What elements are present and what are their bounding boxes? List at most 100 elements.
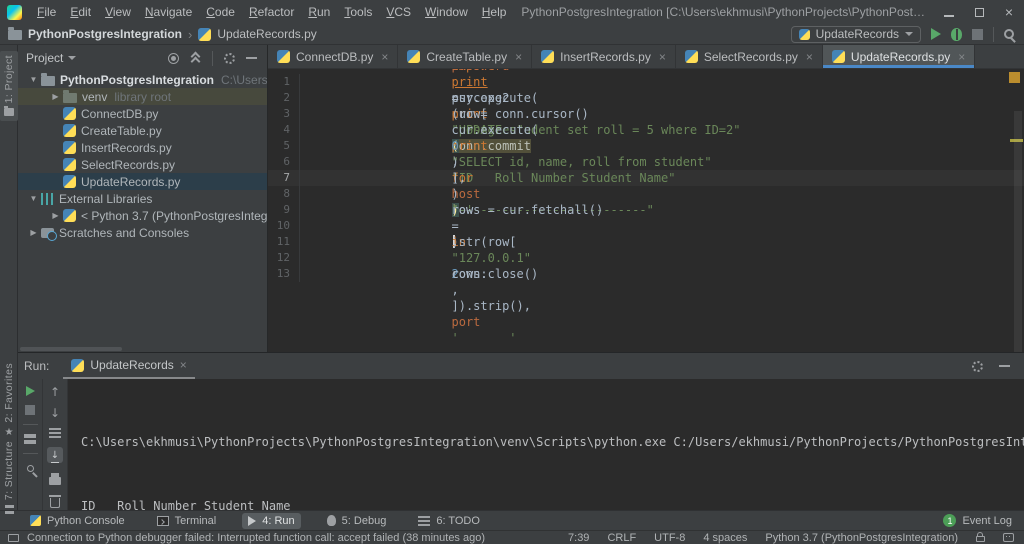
status-item[interactable]: Python 3.7 (PythonPostgresIntegration)	[765, 532, 958, 544]
tree-expand-arrow-icon[interactable]	[48, 211, 63, 220]
code-editor[interactable]: 1 import psycopg2	[268, 69, 1024, 352]
inspection-status-indicator[interactable]	[1009, 72, 1020, 83]
project-tree-item[interactable]: UpdateRecords.py	[18, 173, 267, 190]
toolwindow-button-icon	[156, 515, 169, 526]
pin-tab-icon[interactable]	[26, 465, 34, 472]
status-item[interactable]: 4 spaces	[703, 532, 747, 544]
line-number: 12	[268, 250, 300, 266]
project-tree-item[interactable]: CreateTable.py	[18, 122, 267, 139]
menu-item[interactable]: Tools	[337, 3, 379, 21]
event-log-button[interactable]: 1 Event Log	[943, 514, 1012, 527]
status-item[interactable]: 7:39	[568, 532, 589, 544]
menu-item[interactable]: Edit	[63, 3, 98, 21]
editor-tab[interactable]: CreateTable.py ×	[398, 45, 533, 68]
code-token: ' '	[451, 203, 474, 217]
run-tab-close-icon[interactable]: ×	[180, 358, 187, 372]
maximize-icon	[974, 7, 984, 17]
python-file-icon	[831, 50, 845, 63]
status-item[interactable]: UTF-8	[654, 532, 685, 544]
search-everywhere-icon[interactable]	[1004, 29, 1014, 39]
menu-item[interactable]: Code	[199, 3, 242, 21]
gear-icon[interactable]	[224, 52, 235, 64]
rerun-button[interactable]	[25, 386, 35, 396]
toolwindow-button[interactable]: 5: Debug	[321, 513, 393, 529]
editor-tab[interactable]: UpdateRecords.py ×	[822, 45, 976, 68]
project-tree-item[interactable]: ConnectDB.py	[18, 105, 267, 122]
project-tree-item[interactable]: SelectRecords.py	[18, 156, 267, 173]
tab-close-icon[interactable]: ×	[958, 50, 965, 64]
toolwindow-button[interactable]: 4: Run	[242, 512, 301, 529]
menu-item[interactable]: File	[30, 3, 63, 21]
highlighting-level-icon[interactable]	[1003, 533, 1014, 542]
restore-layout-icon[interactable]	[24, 434, 36, 444]
locate-file-icon[interactable]	[168, 52, 179, 64]
debug-button[interactable]	[951, 27, 962, 41]
toolwindow-stripe-favorites[interactable]: 2: Favorites ★	[0, 363, 18, 438]
toolwindow-stripe-project[interactable]: 1: Project	[0, 51, 18, 122]
stop-process-button[interactable]	[25, 405, 35, 415]
menu-item[interactable]: Help	[475, 3, 514, 21]
editor-tab[interactable]: SelectRecords.py ×	[676, 45, 823, 68]
run-console-output[interactable]: C:\Users\ekhmusi\PythonProjects\PythonPo…	[68, 379, 1024, 510]
tree-expand-arrow-icon[interactable]	[26, 194, 41, 203]
breadcrumb-project[interactable]: PythonPostgresIntegration	[28, 27, 182, 41]
toolwindow-stripe-structure[interactable]: 7: Structure	[0, 441, 18, 515]
tab-close-icon[interactable]: ×	[806, 50, 813, 64]
menu-item[interactable]: Navigate	[138, 3, 199, 21]
scroll-to-end-icon[interactable]	[47, 447, 63, 463]
tab-close-icon[interactable]: ×	[515, 50, 522, 64]
project-tree-item[interactable]: Scratches and Consoles	[18, 224, 267, 241]
toolwindow-button[interactable]: 6: TODO	[412, 513, 486, 529]
menu-bar: File Edit View Navigate Code Refactor Ru…	[30, 3, 513, 21]
tree-expand-arrow-icon[interactable]	[26, 228, 41, 237]
print-icon[interactable]	[49, 473, 61, 485]
collapse-all-icon[interactable]	[190, 52, 201, 64]
down-stacktrace-icon[interactable]: ↓	[50, 407, 60, 419]
tree-expand-arrow-icon[interactable]	[26, 75, 41, 84]
tab-close-icon[interactable]: ×	[659, 50, 666, 64]
editor-tab[interactable]: InsertRecords.py ×	[532, 45, 676, 68]
status-message[interactable]: Connection to Python debugger failed: In…	[27, 532, 485, 544]
pycharm-logo-icon	[7, 4, 22, 20]
python-file-icon	[198, 27, 212, 41]
status-item[interactable]: CRLF	[607, 532, 636, 544]
soft-wrap-icon[interactable]	[49, 428, 61, 438]
editor-vertical-scrollbar[interactable]	[1014, 111, 1022, 352]
project-tree-item[interactable]: venv library root	[18, 88, 267, 105]
tab-close-icon[interactable]: ×	[381, 50, 388, 64]
menu-item[interactable]: Run	[301, 3, 337, 21]
hide-panel-icon[interactable]	[246, 57, 257, 59]
project-tree-item[interactable]: InsertRecords.py	[18, 139, 267, 156]
project-tree-item[interactable]: External Libraries	[18, 190, 267, 207]
menu-item[interactable]: VCS	[379, 3, 418, 21]
toolwindow-button[interactable]: Terminal	[151, 513, 223, 529]
up-stacktrace-icon[interactable]: ↑	[50, 386, 60, 398]
run-configuration-select[interactable]: UpdateRecords	[790, 25, 921, 43]
toolwindow-button[interactable]: Python Console	[24, 513, 131, 529]
tree-expand-arrow-icon[interactable]	[48, 92, 63, 101]
maximize-button[interactable]	[964, 0, 994, 24]
menu-item[interactable]: Refactor	[242, 3, 301, 21]
breadcrumb-file[interactable]: UpdateRecords.py	[217, 27, 316, 41]
close-button[interactable]: ×	[994, 0, 1024, 24]
editor-tab[interactable]: ConnectDB.py ×	[268, 45, 399, 68]
clear-console-icon[interactable]	[48, 495, 61, 508]
line-number: 13	[268, 266, 300, 282]
project-tree-item[interactable]: < Python 3.7 (PythonPostgresIntegration)…	[18, 207, 267, 224]
line-number: 6	[268, 154, 300, 170]
run-tab[interactable]: UpdateRecords ×	[63, 353, 195, 379]
status-bar: Connection to Python debugger failed: In…	[0, 530, 1024, 544]
menu-item[interactable]: Window	[418, 3, 475, 21]
hide-panel-icon[interactable]	[999, 365, 1010, 367]
stop-button[interactable]	[972, 28, 983, 40]
menu-item[interactable]: View	[98, 3, 138, 21]
minimize-button[interactable]	[934, 0, 964, 24]
stripe-project-label: 1: Project	[3, 55, 15, 104]
lock-icon[interactable]	[976, 532, 985, 542]
chevron-down-icon[interactable]	[68, 56, 77, 60]
project-panel-title[interactable]: Project	[26, 51, 63, 65]
project-tree-item[interactable]: PythonPostgresIntegration C:\Users\ekhmu…	[18, 71, 267, 88]
project-horizontal-scrollbar[interactable]	[20, 347, 122, 351]
gear-icon[interactable]	[972, 360, 983, 372]
run-button[interactable]	[931, 28, 941, 40]
